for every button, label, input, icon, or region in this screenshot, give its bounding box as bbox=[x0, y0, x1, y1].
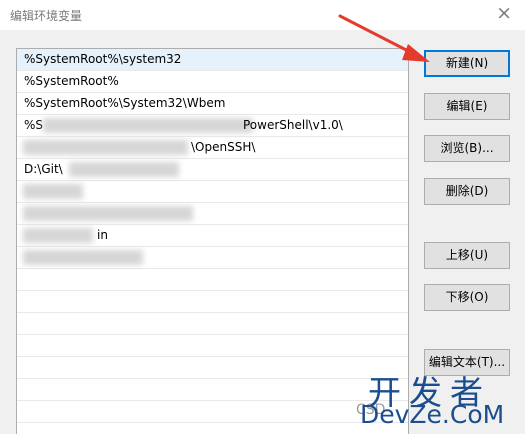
list-item-tail: PowerShell\v1.0\ bbox=[243, 118, 343, 132]
list-item-empty[interactable] bbox=[17, 269, 408, 291]
list-item-tail: \OpenSSH\ bbox=[191, 140, 256, 154]
list-item-empty[interactable] bbox=[17, 423, 408, 434]
list-item-text: %S bbox=[24, 118, 44, 132]
watermark-logo-en: DevZe.CoM bbox=[360, 400, 505, 429]
redacted-blur bbox=[23, 206, 193, 221]
list-item[interactable]: %SystemRoot%\System32\Wbem bbox=[17, 93, 408, 115]
list-item[interactable]: D:\Git\ bbox=[17, 159, 408, 181]
redacted-blur bbox=[23, 184, 83, 199]
list-item-empty[interactable] bbox=[17, 313, 408, 335]
browse-button[interactable]: 浏览(B)... bbox=[424, 135, 510, 162]
path-list[interactable]: %SystemRoot%\system32 %SystemRoot% %Syst… bbox=[16, 48, 409, 434]
redacted-blur bbox=[23, 140, 188, 155]
list-item[interactable]: \OpenSSH\ bbox=[17, 137, 408, 159]
list-item[interactable] bbox=[17, 247, 408, 269]
redacted-blur bbox=[23, 250, 143, 265]
close-icon[interactable]: × bbox=[496, 3, 512, 23]
redacted-blur bbox=[69, 162, 179, 177]
move-down-button[interactable]: 下移(O) bbox=[424, 284, 510, 311]
list-item-empty[interactable] bbox=[17, 379, 408, 401]
list-item-text: %SystemRoot%\System32\Wbem bbox=[24, 96, 226, 110]
list-item[interactable]: in bbox=[17, 225, 408, 247]
list-item[interactable]: %SystemRoot% bbox=[17, 71, 408, 93]
redacted-blur bbox=[23, 228, 93, 243]
list-item-text: %SystemRoot%\system32 bbox=[24, 52, 182, 66]
new-button[interactable]: 新建(N) bbox=[424, 50, 510, 77]
list-item-empty[interactable] bbox=[17, 357, 408, 379]
move-up-button[interactable]: 上移(U) bbox=[424, 242, 510, 269]
list-item[interactable]: %S PowerShell\v1.0\ bbox=[17, 115, 408, 137]
delete-button[interactable]: 删除(D) bbox=[424, 178, 510, 205]
list-item-empty[interactable] bbox=[17, 335, 408, 357]
list-item-tail: in bbox=[97, 228, 108, 242]
title-bar: 编辑环境变量 × bbox=[0, 0, 525, 30]
redacted-blur bbox=[43, 118, 253, 133]
list-item-empty[interactable] bbox=[17, 401, 408, 423]
list-item[interactable] bbox=[17, 203, 408, 225]
edit-button[interactable]: 编辑(E) bbox=[424, 93, 510, 120]
list-item-empty[interactable] bbox=[17, 291, 408, 313]
window-title: 编辑环境变量 bbox=[10, 9, 83, 23]
list-item-text: D:\Git\ bbox=[24, 162, 63, 176]
list-item-text: %SystemRoot% bbox=[24, 74, 119, 88]
list-item[interactable]: %SystemRoot%\system32 bbox=[17, 49, 408, 71]
list-item[interactable] bbox=[17, 181, 408, 203]
